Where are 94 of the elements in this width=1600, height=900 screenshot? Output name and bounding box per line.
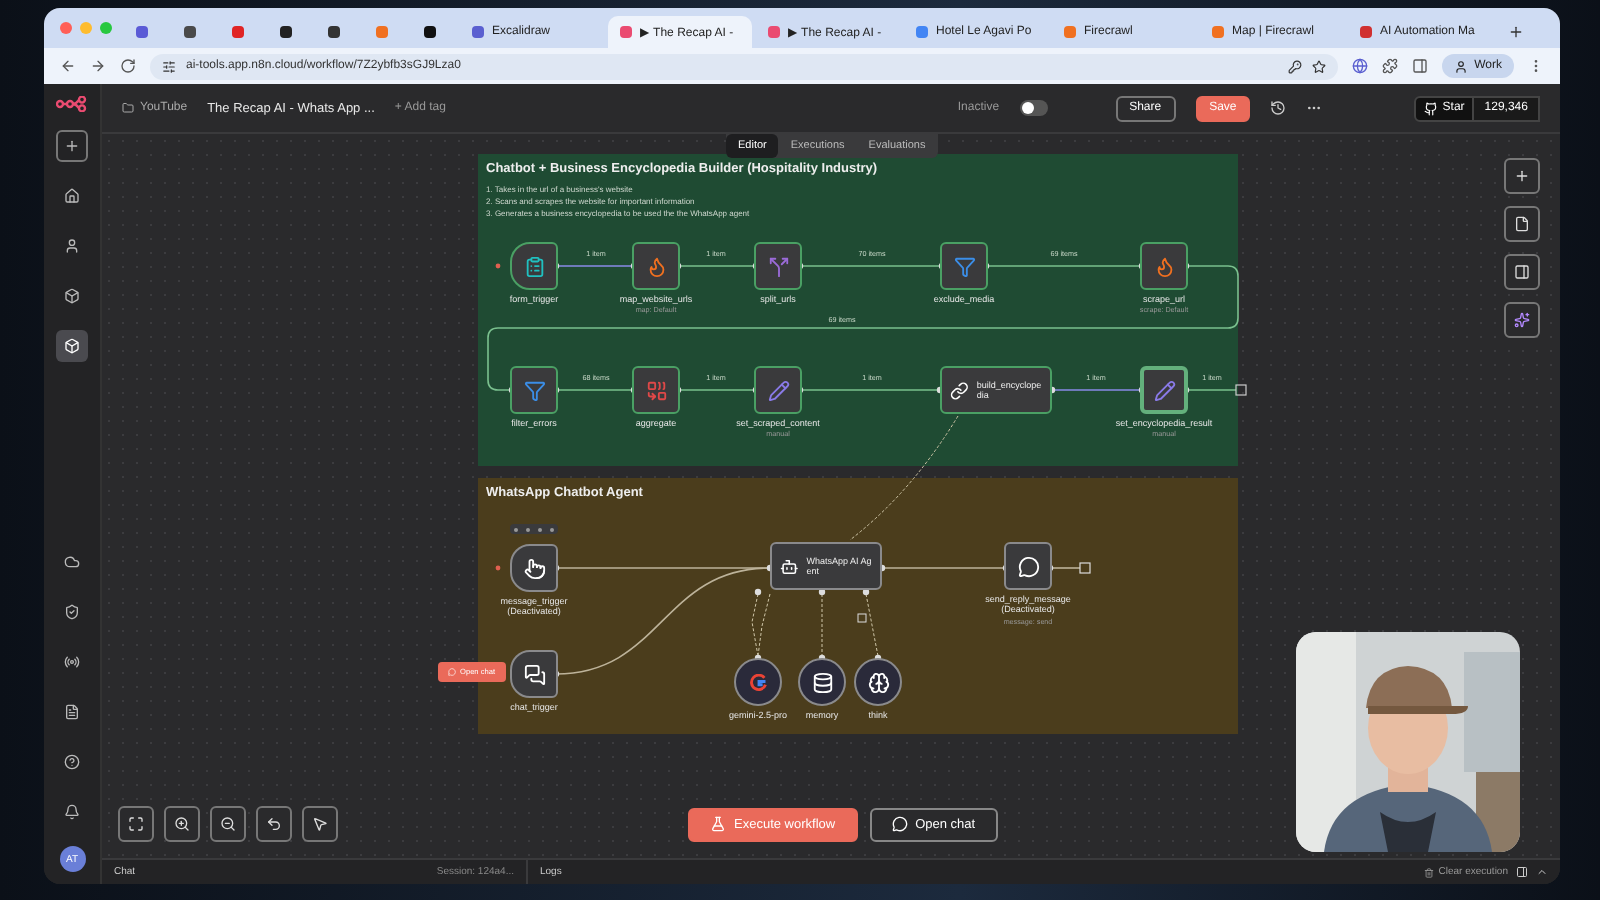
connector-line <box>1049 567 1081 569</box>
bell-icon <box>64 804 80 820</box>
zoom-in-button[interactable] <box>164 806 200 842</box>
site-settings-icon <box>162 59 176 73</box>
workflow-node[interactable] <box>1140 242 1188 290</box>
plus-icon <box>1514 168 1530 184</box>
sticky-note-button[interactable] <box>1504 206 1540 242</box>
collapse-icon[interactable] <box>1536 866 1548 878</box>
panel-icon[interactable] <box>1516 866 1528 878</box>
split-icon <box>767 255 789 277</box>
panel-icon <box>1514 264 1530 280</box>
connector-line <box>865 593 879 657</box>
cube-icon <box>64 338 80 354</box>
zoom-out-icon <box>220 816 236 832</box>
trigger-marker-icon <box>495 565 501 571</box>
workflow-node[interactable] <box>754 366 802 414</box>
workflow-node[interactable] <box>632 242 680 290</box>
user-icon <box>64 238 80 254</box>
back-icon[interactable] <box>60 58 76 74</box>
form-icon <box>523 255 545 277</box>
undo-icon <box>266 816 282 832</box>
brain-icon <box>867 671 889 693</box>
node-toolbar[interactable] <box>510 524 558 534</box>
flame-icon <box>1153 255 1175 277</box>
colored-ring-icon <box>749 673 767 691</box>
add-output-icon[interactable] <box>1079 562 1091 574</box>
connector-line <box>881 567 1007 569</box>
database-icon <box>811 671 833 693</box>
cursor-icon <box>312 816 328 832</box>
chat-bubble-icon <box>1017 555 1039 577</box>
trigger-marker-icon <box>495 263 501 269</box>
history-icon[interactable] <box>1270 100 1287 116</box>
home-icon <box>64 188 80 204</box>
undo-button[interactable] <box>256 806 292 842</box>
link-icon <box>950 379 969 401</box>
new-tab-icon[interactable] <box>1508 24 1524 40</box>
add-tool-icon[interactable] <box>857 613 867 623</box>
workflow-node[interactable] <box>510 366 558 414</box>
pencil-icon <box>767 379 789 401</box>
zoom-out-button[interactable] <box>210 806 246 842</box>
zoom-in-icon <box>174 816 190 832</box>
connector-line <box>849 415 959 541</box>
cloud-icon <box>64 554 80 570</box>
github-icon <box>1424 101 1439 115</box>
trigger-node[interactable] <box>510 544 558 592</box>
select-tool-button[interactable] <box>302 806 338 842</box>
active-toggle[interactable] <box>1019 100 1048 116</box>
sparkles-icon <box>1514 312 1530 328</box>
connector-line <box>821 593 823 657</box>
robot-icon <box>780 555 799 577</box>
key-icon <box>1288 59 1303 73</box>
ai-assistant-button[interactable] <box>1504 302 1540 338</box>
pointer-icon <box>523 557 545 579</box>
folder-icon <box>122 102 134 114</box>
trash-icon <box>1424 867 1435 877</box>
file-icon <box>1514 216 1530 232</box>
filter-icon <box>953 255 975 277</box>
chat-icon <box>448 668 456 676</box>
extension-icon[interactable] <box>1352 58 1369 74</box>
cube-icon <box>64 288 80 304</box>
reload-icon[interactable] <box>120 58 136 74</box>
workflow-node[interactable] <box>632 366 680 414</box>
add-node-button[interactable] <box>1504 158 1540 194</box>
logo-icon <box>56 96 88 112</box>
workflow-node[interactable] <box>1004 542 1052 590</box>
workflow-node[interactable] <box>1140 366 1188 414</box>
side-panel-icon[interactable] <box>1412 58 1429 74</box>
panel-button[interactable] <box>1504 254 1540 290</box>
forward-icon[interactable] <box>90 58 106 74</box>
pencil-icon <box>1153 379 1175 401</box>
trigger-node[interactable] <box>510 242 558 290</box>
user-icon <box>1454 59 1469 73</box>
node-port[interactable] <box>754 588 762 596</box>
filter-icon <box>523 379 545 401</box>
shield-icon <box>64 604 80 620</box>
plus-icon <box>64 138 80 154</box>
extensions-icon[interactable] <box>1382 58 1399 74</box>
add-output-icon[interactable] <box>1235 384 1247 396</box>
document-icon <box>64 704 80 720</box>
fit-view-button[interactable] <box>118 806 154 842</box>
sidebar-item[interactable] <box>56 330 88 362</box>
workflow-node[interactable] <box>754 242 802 290</box>
help-icon <box>64 754 80 770</box>
fit-view-icon <box>128 816 144 832</box>
chat-icon <box>523 663 545 685</box>
workflow-node[interactable] <box>940 242 988 290</box>
merge-icon <box>645 379 667 401</box>
flame-icon <box>645 255 667 277</box>
bookmark-icon <box>1312 59 1327 73</box>
trigger-node[interactable] <box>510 650 558 698</box>
broadcast-icon <box>64 654 80 670</box>
add-button[interactable] <box>56 130 88 162</box>
chat-icon <box>891 816 908 832</box>
flask-icon <box>710 816 726 832</box>
